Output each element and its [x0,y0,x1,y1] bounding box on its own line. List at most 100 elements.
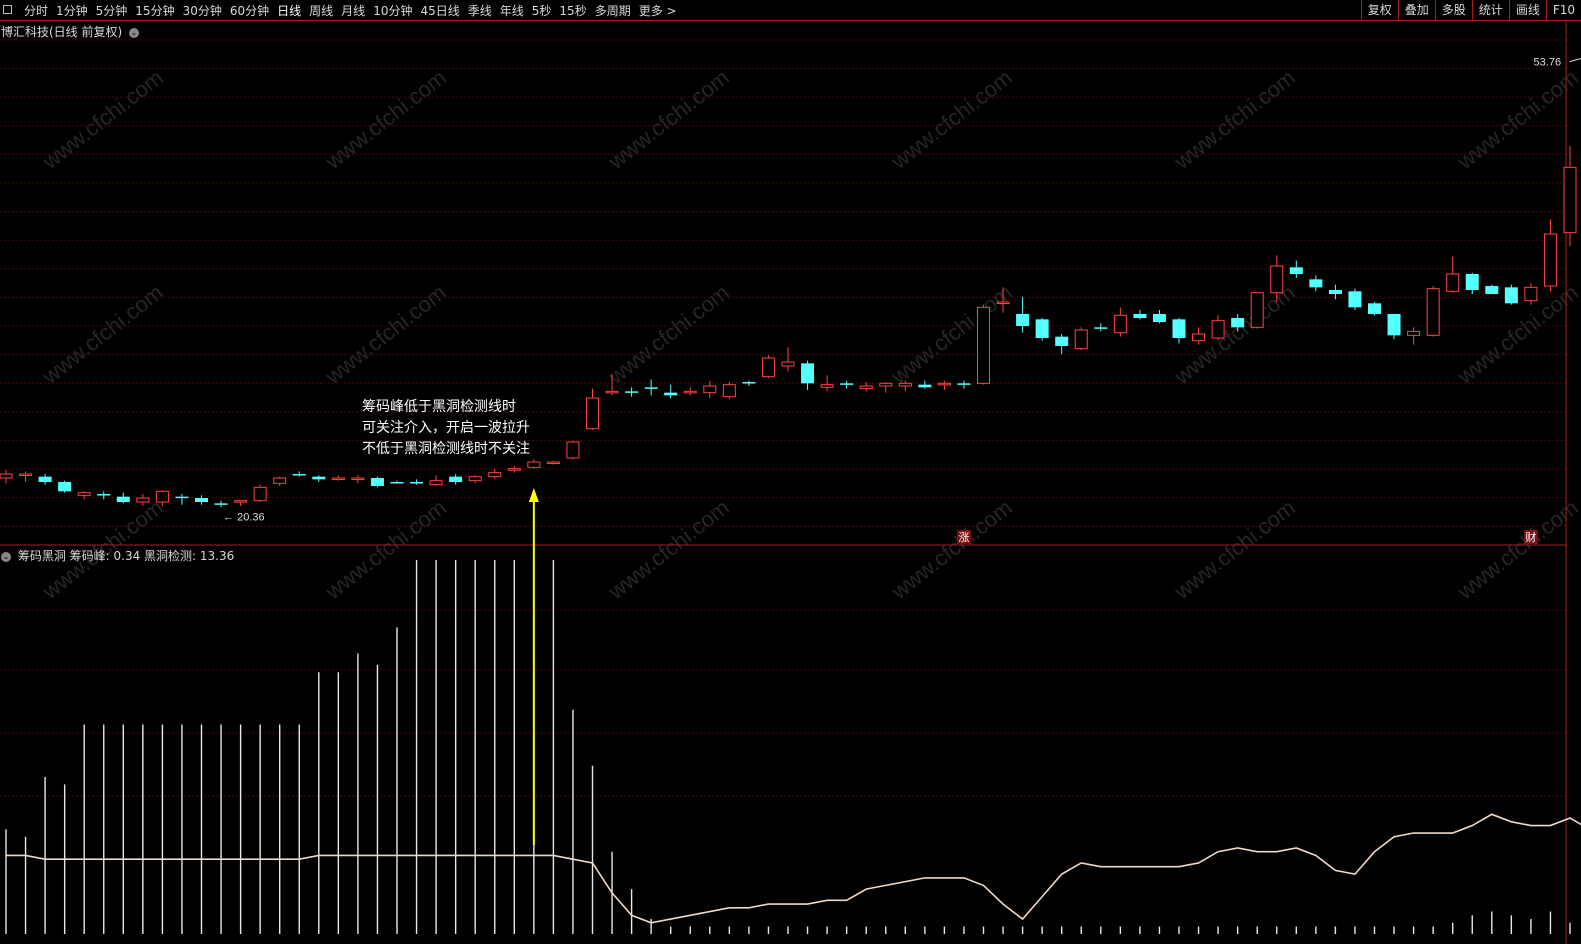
candle-body [370,478,384,486]
max-price-label: 53.76 [1534,57,1562,69]
watermark-text: www.cfchi.com [37,65,168,175]
candle-body [801,363,815,384]
stock-title: 博汇科技(日线 前复权) [1,25,123,39]
candle-body [644,387,658,389]
candle-body [331,477,345,480]
candle-body [918,384,932,388]
candle-body [546,461,560,464]
candle-body [312,476,326,480]
candle-body [1074,329,1088,350]
candle-body [1543,233,1557,287]
candle-body [703,385,717,394]
candle-body [507,468,521,471]
watermark-text: www.cfchi.com [1169,495,1300,605]
candle-body [1231,318,1245,328]
candle-body [195,498,208,502]
candle-body [1348,291,1362,308]
chart-canvas: www.cfchi.com www.cfchi.com www.cfchi.com w… [0,21,1581,944]
arrow-head-icon [528,488,539,502]
candle-body [1211,320,1225,339]
candle-body [1016,314,1030,326]
candle-body [1094,327,1108,329]
chevron-down-icon[interactable]: ⌄ [1,551,11,562]
candle-body [625,391,639,393]
watermark-text: www.cfchi.com [603,280,734,390]
watermark-text: www.cfchi.com [1452,65,1581,175]
candle-body [58,482,72,492]
indicator-title[interactable]: ⌄ 筹码黑洞 筹码峰: 0.34 黑洞检测: 13.36 [1,547,234,564]
candle-body [859,385,873,390]
cai-marker: 财 [1525,530,1536,544]
candle-body [1504,287,1518,304]
candle-body [742,382,756,384]
candle-body [1387,314,1401,336]
candle-body [1270,265,1284,294]
candle-body [937,382,951,386]
watermark-text: www.cfchi.com [37,280,168,390]
candle-body [781,361,795,367]
candle-body [214,503,228,505]
watermark-text: www.cfchi.com [603,495,734,605]
candle-body [449,476,463,482]
candle-body [0,473,13,479]
candle-body [605,390,619,394]
annotation-line: 可关注介入，开启一波拉升 [362,420,530,436]
annotation-note: 筹码峰低于黑洞检测线时 可关注介入，开启一波拉升 不低于黑洞检测线时不关注 [362,397,530,460]
candle-body [1407,330,1421,336]
candle-body [898,382,912,387]
candle-body [1289,267,1303,274]
chevron-down-icon[interactable]: ⌄ [129,27,140,38]
candle-body [1113,314,1127,334]
watermark-text: www.cfchi.com [1169,65,1300,175]
candle-body [38,476,52,482]
candle-body [390,482,404,484]
candle-body [566,441,580,459]
watermark-text: www.cfchi.com [603,65,734,175]
candle-body [429,480,443,486]
indicator-values: 筹码黑洞 筹码峰: 0.34 黑洞检测: 13.36 [17,549,235,563]
max-pointer [1569,57,1581,63]
chart-title[interactable]: 博汇科技(日线 前复权) ⌄ [1,23,140,40]
candle-body [97,494,111,496]
watermark-text: www.cfchi.com [1452,495,1581,605]
candle-body [77,492,91,496]
watermark-text: www.cfchi.com [320,65,451,175]
candle-body [1426,288,1440,336]
min-price-label: ← 20.36 [223,511,265,523]
candle-body [1446,273,1460,292]
candle-body [1485,286,1499,294]
candle-body [1250,292,1264,328]
candle-body [1172,319,1186,338]
watermark-text: www.cfchi.com [886,65,1017,175]
candle-body [957,383,971,385]
candle-body [1152,314,1166,322]
candle-body [234,500,248,503]
detect-line [6,813,1581,924]
candle-body [116,496,130,502]
candle-body [136,497,150,503]
candle-body [253,486,267,502]
candle-body [1035,319,1049,338]
candle-body [468,476,482,482]
candle-body [664,392,678,396]
candle-body [19,473,33,476]
candle-body [683,390,697,394]
candle-body [273,477,287,484]
candle-body [1524,286,1538,302]
watermark-text: www.cfchi.com [886,495,1017,605]
candle-body [722,384,736,398]
candle-body [410,482,424,484]
annotation-line: 不低于黑洞检测线时不关注 [362,441,530,457]
candle-body [1368,303,1381,314]
candle-body [586,397,599,430]
zhang-marker: 涨 [958,531,969,544]
candle-body [1133,314,1147,318]
candle-body [1465,274,1479,290]
candle-body [840,383,854,385]
candle-body [488,472,502,478]
candle-body [996,301,1010,304]
watermark-text: www.cfchi.com [320,280,451,390]
watermark-text: www.cfchi.com [1169,280,1300,390]
candle-body [1192,333,1206,342]
candle-body [175,496,189,499]
